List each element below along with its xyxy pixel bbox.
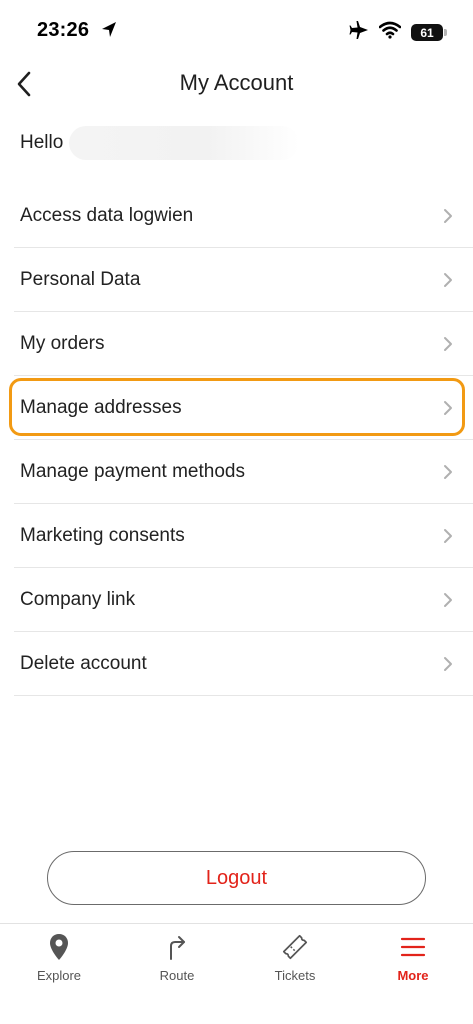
chevron-right-icon (443, 208, 453, 224)
wifi-icon (378, 21, 402, 44)
menu-item-label: Company link (20, 589, 136, 610)
tab-label: Explore (36, 968, 82, 983)
nav-header: My Account (0, 62, 473, 106)
menu-item-manage-payment-methods[interactable]: Manage payment methods (0, 440, 473, 504)
menu-item-my-orders[interactable]: My orders (0, 312, 473, 376)
chevron-right-icon (443, 464, 453, 480)
hamburger-menu-icon (399, 932, 427, 962)
page-title: My Account (179, 70, 294, 95)
menu-item-access-data[interactable]: Access data logwien (0, 184, 473, 248)
location-pin-icon (45, 932, 73, 962)
tab-label: Tickets (274, 968, 316, 983)
tab-tickets[interactable]: Tickets (236, 932, 354, 994)
menu-item-delete-account[interactable]: Delete account (0, 632, 473, 696)
chevron-right-icon (443, 400, 453, 416)
status-indicators: 61 (349, 20, 447, 45)
menu-item-company-link[interactable]: Company link (0, 568, 473, 632)
status-time: 23:26 (37, 19, 90, 41)
airplane-icon (349, 20, 369, 45)
menu-item-manage-addresses[interactable]: Manage addresses (0, 376, 473, 440)
menu-item-label: Manage payment methods (20, 461, 245, 482)
chevron-right-icon (443, 336, 453, 352)
battery-icon: 61 (411, 24, 447, 41)
menu-item-label: Manage addresses (20, 397, 182, 418)
chevron-right-icon (443, 272, 453, 288)
menu-item-label: Delete account (20, 653, 147, 674)
greeting-text: Hello (20, 132, 64, 153)
greeting: Hello (20, 126, 300, 160)
menu-item-label: My orders (20, 333, 105, 354)
tab-label: More (397, 968, 429, 983)
location-arrow-icon (100, 20, 118, 40)
tab-more[interactable]: More (354, 932, 472, 994)
tab-bar: Explore Route Tickets More (0, 923, 473, 1024)
redacted-user-name (69, 126, 300, 160)
chevron-right-icon (443, 592, 453, 608)
logout-label: Logout (205, 866, 268, 889)
status-bar: 23:26 61 (0, 0, 473, 62)
chevron-right-icon (443, 528, 453, 544)
battery-level: 61 (420, 25, 434, 40)
account-menu-list: Access data logwien Personal Data My ord… (0, 184, 473, 696)
tab-label: Route (159, 968, 195, 983)
menu-item-label: Access data logwien (20, 205, 194, 226)
menu-item-personal-data[interactable]: Personal Data (0, 248, 473, 312)
menu-item-label: Personal Data (20, 269, 141, 290)
tab-route[interactable]: Route (118, 932, 236, 994)
menu-item-label: Marketing consents (20, 525, 185, 546)
ticket-icon (281, 932, 309, 962)
turn-arrow-icon (163, 932, 191, 962)
chevron-right-icon (443, 656, 453, 672)
tab-explore[interactable]: Explore (0, 932, 118, 994)
menu-item-marketing-consents[interactable]: Marketing consents (0, 504, 473, 568)
logout-button[interactable]: Logout (47, 851, 426, 905)
